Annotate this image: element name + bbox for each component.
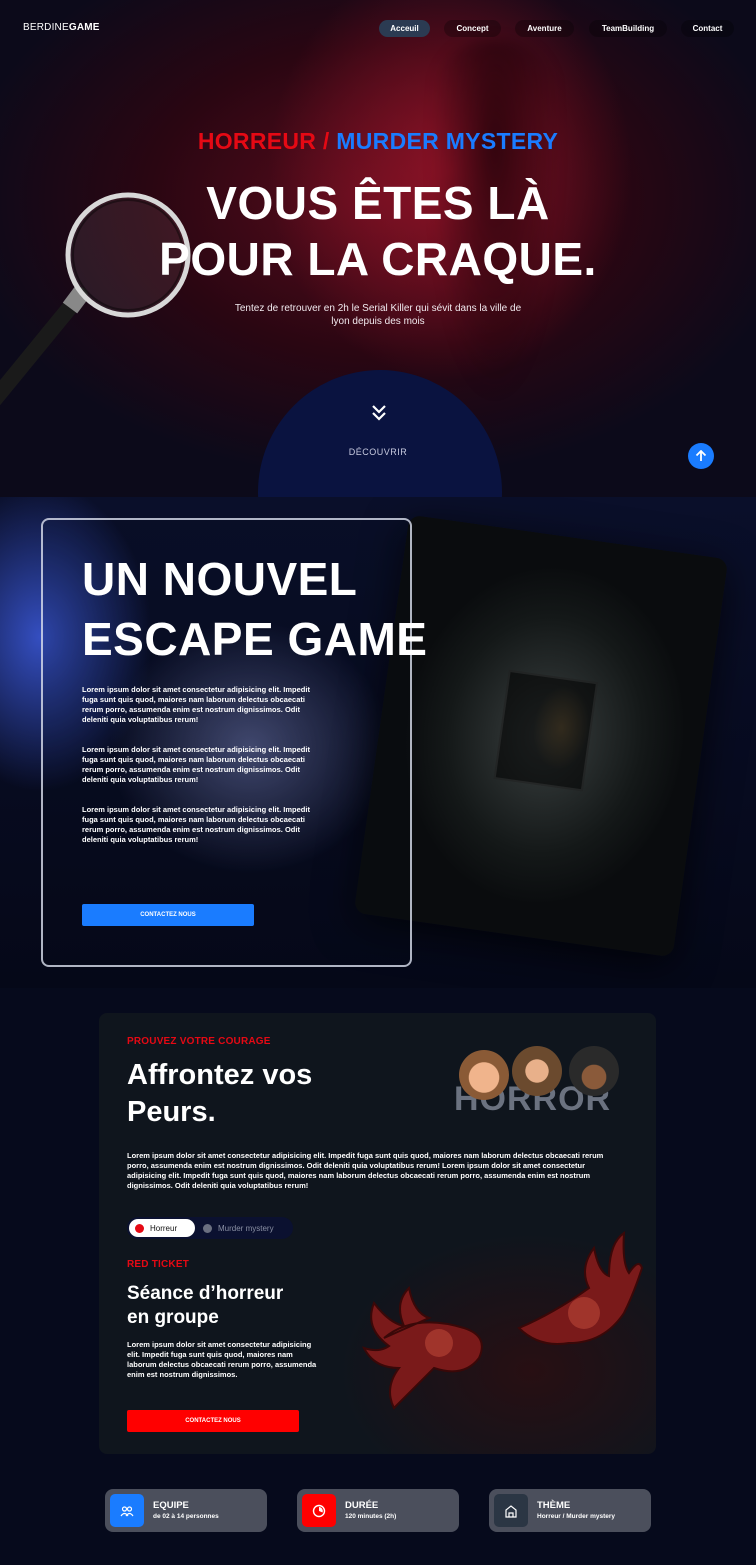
escape-paragraph: Lorem ipsum dolor sit amet consectetur a… (82, 745, 310, 784)
nav-item-contact[interactable]: Contact (681, 20, 734, 37)
tagline-murder-mystery: MURDER MYSTERY (336, 128, 559, 154)
info-label: DURÉE (345, 1500, 379, 1511)
avatar-beanie-man (569, 1046, 619, 1096)
double-chevron-down-icon[interactable] (370, 404, 388, 422)
escape-title: UN NOUVEL ESCAPE GAME (82, 553, 428, 665)
red-dot-icon (135, 1223, 144, 1233)
toggle-option-horreur[interactable]: Horreur (129, 1219, 195, 1237)
ticket-eyebrow: RED TICKET (127, 1259, 189, 1270)
nav-item-concept[interactable]: Concept (444, 20, 501, 37)
site-logo[interactable]: BERDINEGAME (23, 22, 100, 33)
hero-title: VOUS ÊTES LÀ POUR LA CRAQUE. (159, 177, 597, 285)
info-card-duree: DURÉE 120 minutes (2h) (297, 1489, 459, 1532)
escape-paragraph: Lorem ipsum dolor sit amet consectetur a… (82, 685, 310, 724)
hero-tagline: HORREUR / MURDER MYSTERY (0, 128, 756, 155)
card-eyebrow: PROUVEZ VOTRE COURAGE (127, 1036, 271, 1047)
zombie-hands-image (362, 1231, 644, 1410)
arrow-up-icon (695, 450, 707, 461)
info-label: THÈME (537, 1500, 571, 1511)
escape-section: UN NOUVEL ESCAPE GAME Lorem ipsum dolor … (0, 497, 756, 988)
hero-section: BERDINEGAME Acceuil Concept Aventure Tea… (0, 0, 756, 497)
contact-button-red[interactable]: CONTACTEZ NOUS (127, 1410, 299, 1432)
theme-icon (494, 1494, 528, 1527)
info-card-equipe: EQUIPE de 02 à 14 personnes (105, 1489, 267, 1532)
card-title: Affrontez vos Peurs. (127, 1059, 313, 1128)
timer-icon (302, 1494, 336, 1527)
nav-item-aventure[interactable]: Aventure (515, 20, 574, 37)
info-value: 120 minutes (2h) (345, 1513, 397, 1520)
team-icon (110, 1494, 144, 1527)
info-card-theme: THÈME Horreur / Murder mystery (489, 1489, 651, 1532)
discover-link[interactable]: DÉCOUVRIR (0, 447, 756, 457)
scroll-top-button[interactable] (688, 443, 714, 469)
ticket-title: Séance d’horreur en groupe (127, 1283, 284, 1328)
nav-item-teambuilding[interactable]: TeamBuilding (589, 20, 667, 37)
tagline-horreur: HORREUR / (197, 128, 330, 154)
avatar-woman (459, 1050, 509, 1100)
nav-item-acceuil[interactable]: Acceuil (379, 20, 430, 37)
contact-button[interactable]: CONTACTEZ NOUS (82, 904, 254, 926)
card-paragraph: Lorem ipsum dolor sit amet consectetur a… (127, 1151, 604, 1190)
avatar-bearded-man (512, 1046, 562, 1096)
horror-card: PROUVEZ VOTRE COURAGE Affrontez vos Peur… (99, 1013, 656, 1454)
ticket-paragraph: Lorem ipsum dolor sit amet consectetur a… (127, 1340, 317, 1379)
escape-paragraph: Lorem ipsum dolor sit amet consectetur a… (82, 805, 310, 844)
grey-dot-icon (203, 1223, 212, 1233)
info-value: Horreur / Murder mystery (537, 1513, 616, 1520)
top-nav: BERDINEGAME Acceuil Concept Aventure Tea… (0, 0, 756, 56)
hero-subtitle: Tentez de retrouver en 2h le Serial Kill… (234, 303, 522, 327)
theme-toggle[interactable]: Horreur Murder mystery (127, 1217, 293, 1239)
toggle-option-murder-mystery[interactable]: Murder mystery (203, 1219, 274, 1237)
corridor-depth (493, 669, 599, 792)
info-label: EQUIPE (153, 1500, 189, 1511)
info-value: de 02 à 14 personnes (153, 1513, 219, 1520)
